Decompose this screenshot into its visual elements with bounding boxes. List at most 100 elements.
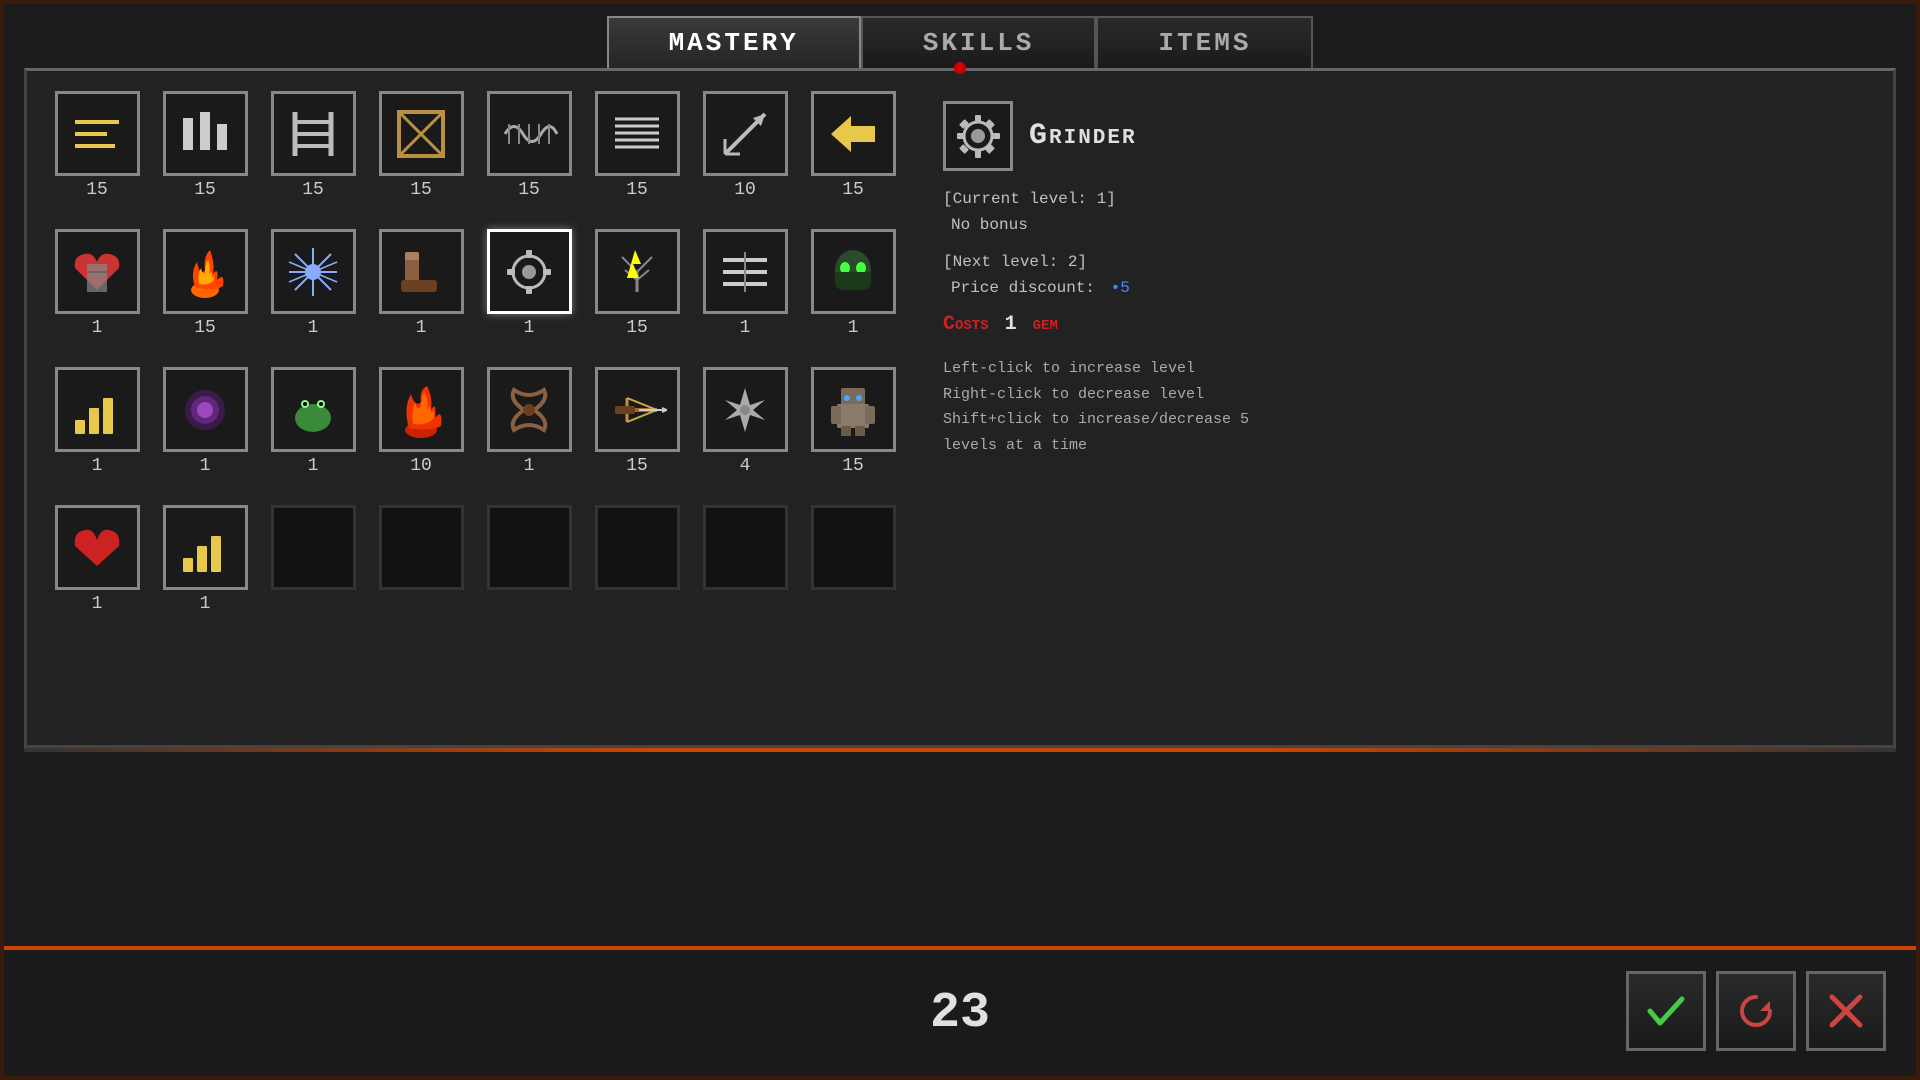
skill-level-1: 15 xyxy=(194,180,216,200)
skill-item-20[interactable]: 1 xyxy=(479,367,579,497)
skill-item-26 xyxy=(263,505,363,635)
skill-icon-arrow_diag xyxy=(703,91,788,176)
tab-skills[interactable]: Skills xyxy=(861,16,1097,68)
skill-level-11: 1 xyxy=(416,318,427,338)
skill-item-3[interactable]: 15 xyxy=(371,91,471,221)
skill-level-7: 15 xyxy=(842,180,864,200)
skill-item-15[interactable]: 1 xyxy=(803,229,903,359)
skill-item-11[interactable]: 1 xyxy=(371,229,471,359)
skill-icon-fire xyxy=(163,229,248,314)
skill-icon-boot xyxy=(379,229,464,314)
skill-level-2: 15 xyxy=(302,180,324,200)
skill-level-17: 1 xyxy=(200,456,211,476)
reset-button[interactable] xyxy=(1716,971,1796,1051)
skill-icon-lightning_tree xyxy=(595,229,680,314)
skill-item-27 xyxy=(371,505,471,635)
bottom-buttons xyxy=(1626,971,1886,1051)
skill-icon-empty xyxy=(271,505,356,590)
skill-icon-bars_gold2 xyxy=(163,505,248,590)
skill-item-7[interactable]: 15 xyxy=(803,91,903,221)
skill-item-21[interactable]: 15 xyxy=(587,367,687,497)
skill-item-6[interactable]: 10 xyxy=(695,91,795,221)
skill-icon-lines_stack xyxy=(595,91,680,176)
skill-item-10[interactable]: 1 xyxy=(263,229,363,359)
skill-level-12: 1 xyxy=(524,318,535,338)
skill-level-8: 1 xyxy=(92,318,103,338)
nav-tabs: Mastery Skills Items xyxy=(4,4,1916,68)
skill-item-5[interactable]: 15 xyxy=(587,91,687,221)
skill-level-19: 10 xyxy=(410,456,432,476)
cancel-button[interactable] xyxy=(1806,971,1886,1051)
skill-icon-demon_skull xyxy=(811,229,896,314)
skill-item-23[interactable]: 15 xyxy=(803,367,903,497)
skill-icon-lines_h xyxy=(55,91,140,176)
skill-icon-empty xyxy=(703,505,788,590)
skill-level-23: 15 xyxy=(842,456,864,476)
tab-mastery[interactable]: Mastery xyxy=(607,16,861,68)
checkmark-icon xyxy=(1644,989,1688,1033)
skill-item-12[interactable]: 1 xyxy=(479,229,579,359)
tab-items[interactable]: Items xyxy=(1096,16,1313,68)
skill-item-14[interactable]: 1 xyxy=(695,229,795,359)
skill-item-8[interactable]: 1 xyxy=(47,229,147,359)
skill-level-22: 4 xyxy=(740,456,751,476)
skill-level-3: 15 xyxy=(410,180,432,200)
skill-icon-rope xyxy=(487,367,572,452)
skill-level-15: 1 xyxy=(848,318,859,338)
skill-item-29 xyxy=(587,505,687,635)
skill-item-30 xyxy=(695,505,795,635)
next-level-section: [Next level: 2] Price discount: •5 xyxy=(943,250,1853,301)
skill-name: Grinder xyxy=(1029,119,1137,153)
skill-level-6: 10 xyxy=(734,180,756,200)
skill-level-25: 1 xyxy=(200,594,211,614)
skill-icon-empty xyxy=(379,505,464,590)
skill-detail-icon xyxy=(943,101,1013,171)
skill-level-14: 1 xyxy=(740,318,751,338)
skill-icon-bars_gold xyxy=(55,367,140,452)
costs-section: Costs 1 gem xyxy=(943,313,1853,336)
skill-item-1[interactable]: 15 xyxy=(155,91,255,221)
skill-level-10: 1 xyxy=(308,318,319,338)
hint-line3: Shift+click to increase/decrease 5 xyxy=(943,407,1853,433)
skill-level-20: 1 xyxy=(524,456,535,476)
info-panel: Grinder [Current level: 1] No bonus [Nex… xyxy=(923,91,1873,725)
skill-icon-wave xyxy=(487,91,572,176)
price-value: •5 xyxy=(1111,279,1130,297)
skill-item-4[interactable]: 15 xyxy=(479,91,579,221)
skill-level-21: 15 xyxy=(626,456,648,476)
skill-info-header: Grinder xyxy=(943,101,1853,171)
skill-icon-star_burst xyxy=(271,229,356,314)
skill-icon-empty xyxy=(811,505,896,590)
skill-icon-frog xyxy=(271,367,356,452)
skill-item-9[interactable]: 15 xyxy=(155,229,255,359)
skill-item-24[interactable]: 1 xyxy=(47,505,147,635)
skill-level-18: 1 xyxy=(308,456,319,476)
skill-item-13[interactable]: 15 xyxy=(587,229,687,359)
skill-item-25[interactable]: 1 xyxy=(155,505,255,635)
skill-item-31 xyxy=(803,505,903,635)
skill-item-28 xyxy=(479,505,579,635)
cancel-icon xyxy=(1824,989,1868,1033)
next-bonus: Price discount: •5 xyxy=(943,276,1853,302)
skill-item-18[interactable]: 1 xyxy=(263,367,363,497)
skill-item-17[interactable]: 1 xyxy=(155,367,255,497)
bottom-bar: 23 xyxy=(4,946,1916,1076)
main-content: 151515151515101511511115111111011541511 xyxy=(24,68,1896,748)
skill-icon-ladder xyxy=(271,91,356,176)
skill-item-16[interactable]: 1 xyxy=(47,367,147,497)
skill-item-19[interactable]: 10 xyxy=(371,367,471,497)
skill-icon-heart_red xyxy=(55,505,140,590)
skill-level-13: 15 xyxy=(626,318,648,338)
skills-grid: 151515151515101511511115111111011541511 xyxy=(47,91,903,725)
skill-item-22[interactable]: 4 xyxy=(695,367,795,497)
skill-icon-box_x xyxy=(379,91,464,176)
confirm-button[interactable] xyxy=(1626,971,1706,1051)
skill-level-4: 15 xyxy=(518,180,540,200)
skill-icon-crossbow xyxy=(595,367,680,452)
skill-level-9: 15 xyxy=(194,318,216,338)
skill-item-0[interactable]: 15 xyxy=(47,91,147,221)
skill-icon-heart_armor xyxy=(55,229,140,314)
skill-item-2[interactable]: 15 xyxy=(263,91,363,221)
skill-icon-empty xyxy=(595,505,680,590)
game-window: Mastery Skills Items 15 15 15 15 15 15 10 15 1 15… xyxy=(0,0,1920,1080)
